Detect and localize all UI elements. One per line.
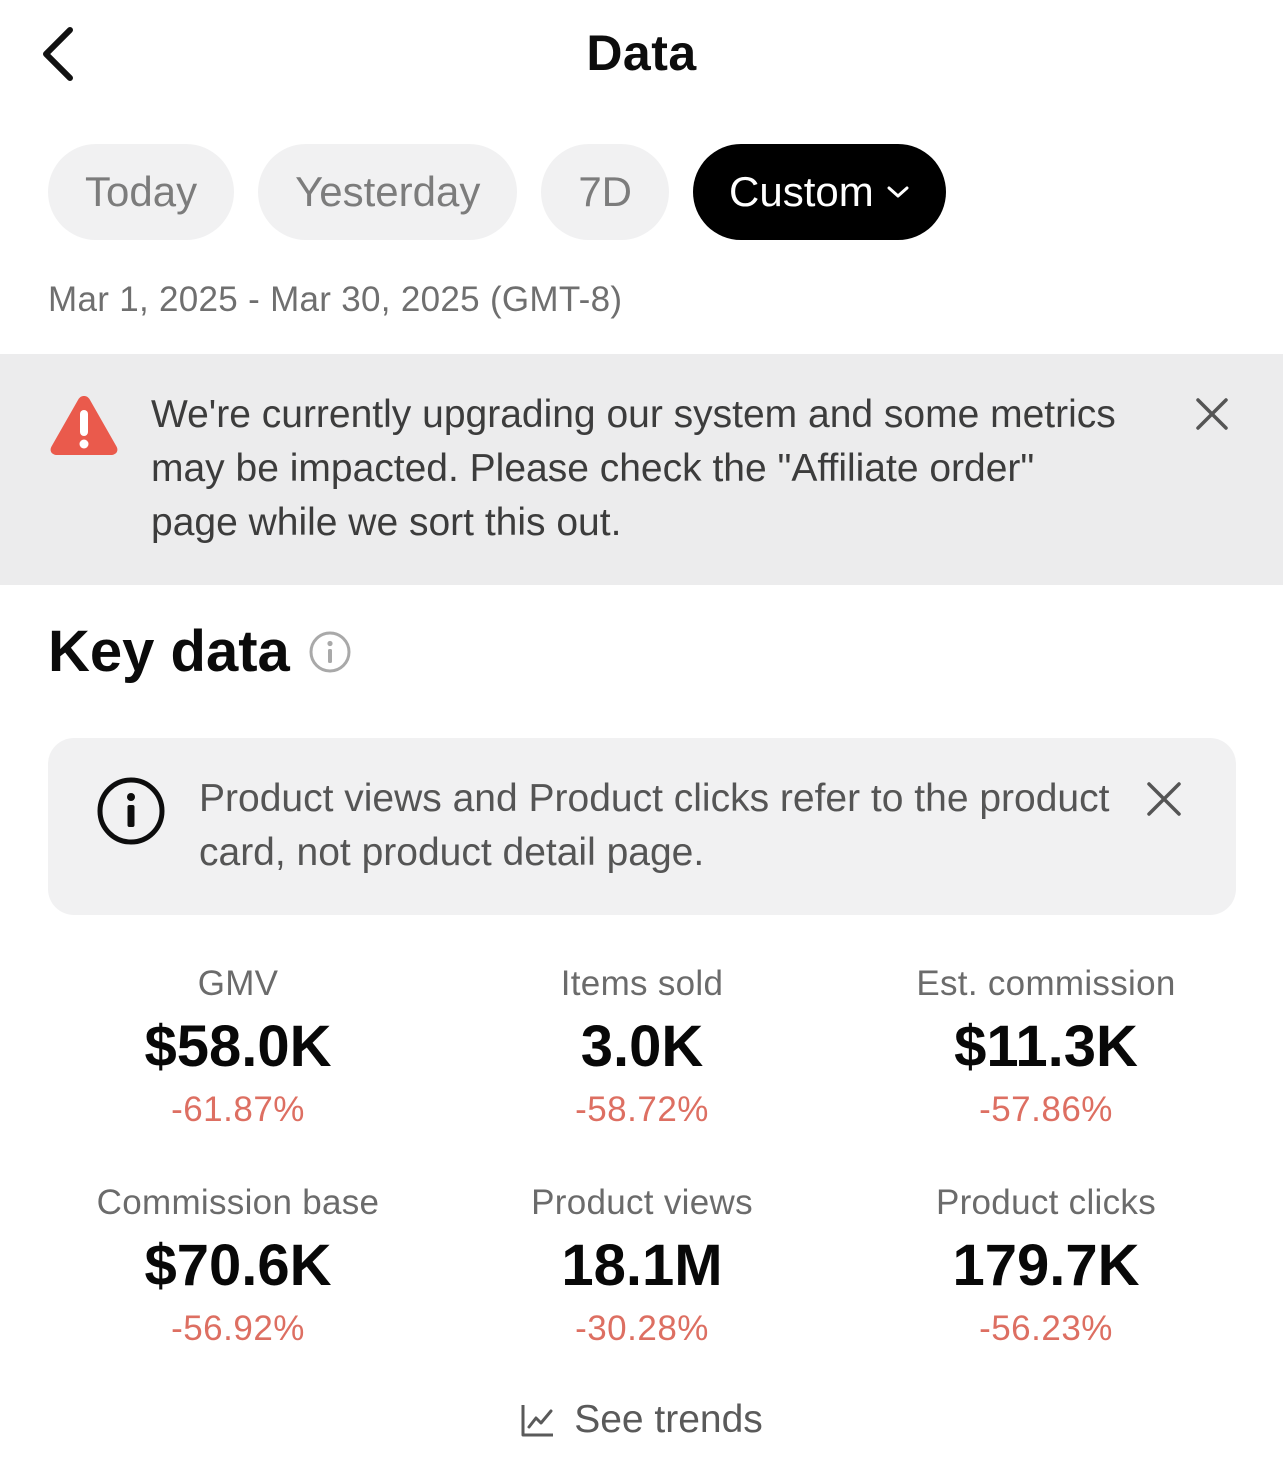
metric-value: $58.0K [144, 1014, 332, 1079]
page-title: Data [586, 25, 697, 81]
close-icon [1196, 398, 1228, 430]
metric-label: Items sold [560, 964, 724, 1003]
metric-change: -61.87% [171, 1090, 305, 1129]
metric-label: Product views [531, 1183, 753, 1222]
metric-value: $11.3K [954, 1014, 1138, 1079]
close-icon [1147, 782, 1181, 816]
info-circle-icon [96, 776, 166, 846]
metric-label: Commission base [96, 1183, 380, 1222]
date-filter-chips: Today Yesterday 7D Custom [48, 144, 946, 240]
info-circle-icon[interactable] [308, 630, 352, 674]
line-chart-icon [520, 1402, 556, 1438]
chip-label: Today [85, 168, 198, 215]
chip-label: 7D [578, 168, 633, 215]
see-trends-label: See trends [574, 1398, 763, 1441]
metric-commission-base[interactable]: Commission base $70.6K -56.92% [36, 1181, 440, 1353]
chip-7d[interactable]: 7D [541, 144, 670, 240]
metric-label: GMV [197, 964, 279, 1003]
metric-items-sold[interactable]: Items sold 3.0K -58.72% [440, 962, 844, 1134]
metric-change: -56.23% [979, 1309, 1113, 1348]
chevron-down-icon [886, 184, 910, 200]
top-bar: Data [0, 0, 1283, 110]
see-trends-button[interactable]: See trends [0, 1398, 1283, 1442]
metric-product-clicks[interactable]: Product clicks 179.7K -56.23% [844, 1181, 1248, 1353]
metric-change: -56.92% [171, 1309, 305, 1348]
chip-today[interactable]: Today [48, 144, 235, 240]
metric-value: 18.1M [561, 1233, 723, 1298]
metric-gmv[interactable]: GMV $58.0K -61.87% [36, 962, 440, 1134]
chip-custom[interactable]: Custom [693, 144, 946, 240]
metric-change: -57.86% [979, 1090, 1113, 1129]
date-range-text: Mar 1, 2025 - Mar 30, 2025 (GMT-8) [48, 280, 623, 319]
chip-label: Custom [729, 168, 874, 215]
metric-value: $70.6K [144, 1233, 332, 1298]
metric-value: 179.7K [952, 1233, 1140, 1298]
info-card-text: Product views and Product clicks refer t… [199, 777, 1110, 874]
metric-change: -58.72% [575, 1090, 709, 1129]
warning-triangle-icon [48, 392, 120, 458]
chip-label: Yesterday [295, 168, 481, 215]
metric-label: Est. commission [916, 964, 1176, 1003]
metric-est-commission[interactable]: Est. commission $11.3K -57.86% [844, 962, 1248, 1134]
metric-product-views[interactable]: Product views 18.1M -30.28% [440, 1181, 844, 1353]
chip-yesterday[interactable]: Yesterday [258, 144, 518, 240]
warning-message: We're currently upgrading our system and… [151, 393, 1116, 544]
section-title: Key data [48, 619, 290, 684]
metric-label: Product clicks [935, 1183, 1157, 1222]
metric-value: 3.0K [580, 1014, 704, 1079]
close-warning-button[interactable] [1190, 392, 1234, 436]
close-info-button[interactable] [1143, 778, 1185, 820]
metric-change: -30.28% [575, 1309, 709, 1348]
key-data-heading: Key data [48, 618, 352, 685]
